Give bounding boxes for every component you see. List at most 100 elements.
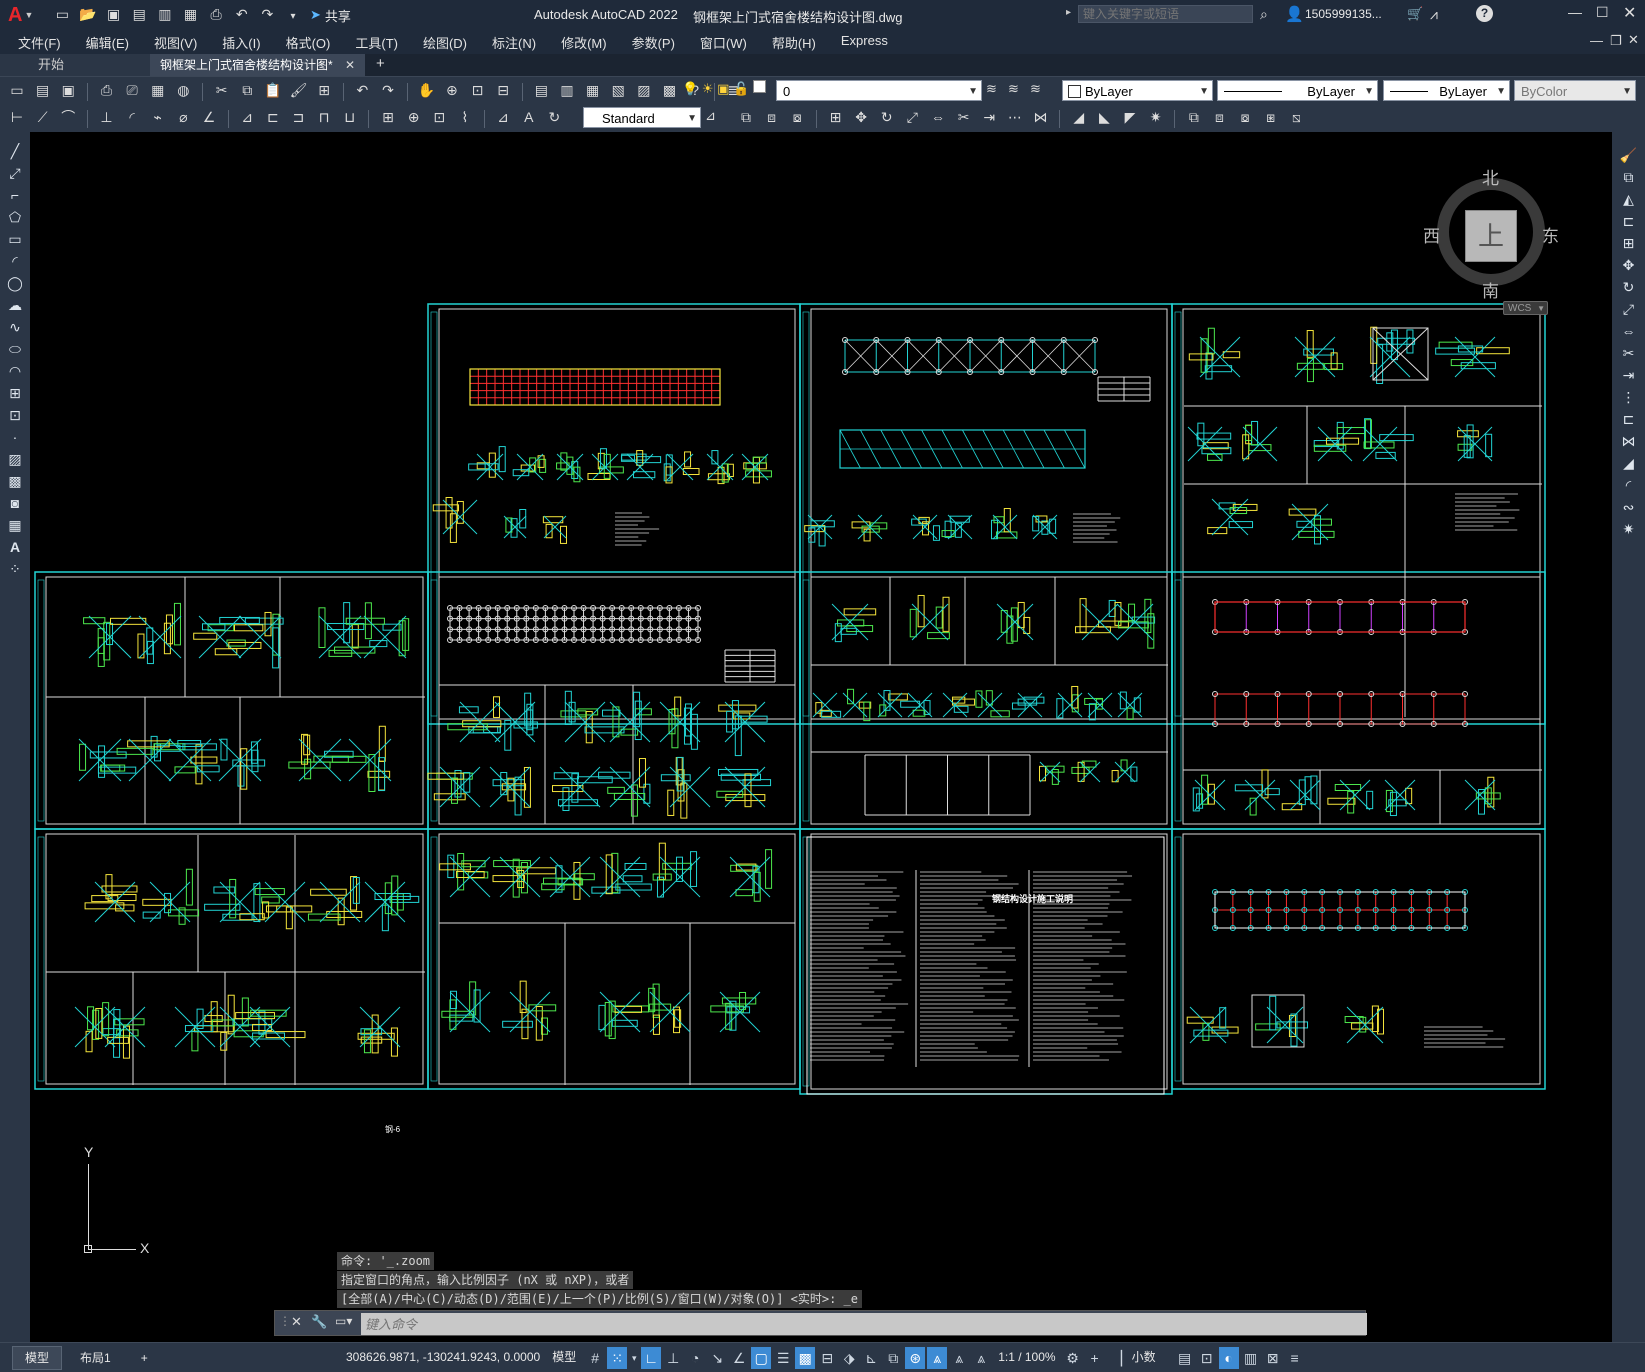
minimize-button[interactable]: — (1568, 4, 1582, 20)
menu-item[interactable]: 标注(N) (492, 33, 536, 52)
object-snap-icon[interactable]: ▢ (751, 1346, 772, 1369)
quickcalc-icon[interactable]: ▩ (660, 80, 680, 100)
autocad-logo[interactable]: A (8, 4, 22, 27)
tool-palettes-icon[interactable]: ▦ (583, 80, 603, 100)
command-close-icon[interactable]: ✕ (291, 1314, 302, 1330)
menu-item[interactable]: 绘图(D) (423, 33, 467, 52)
sun-icon[interactable]: ☀ (702, 81, 714, 96)
extend-icon[interactable]: ⇥ (1612, 364, 1645, 386)
dim-angular-icon[interactable]: ∠ (199, 107, 219, 127)
tolerance-icon[interactable]: ⊞ (378, 107, 398, 127)
cart-icon[interactable]: 🛒 (1407, 6, 1423, 22)
polygon-icon[interactable]: ⬠ (0, 206, 30, 228)
transparency-icon[interactable]: ▩ (795, 1346, 816, 1369)
rotate-icon[interactable]: ↻ (1612, 276, 1645, 298)
table-icon[interactable]: ▦ (0, 514, 30, 536)
textstyle-dropdown[interactable]: Standard ▼ (583, 107, 701, 128)
line-icon[interactable]: ╱ (0, 140, 30, 162)
stretch-icon[interactable]: ⇔ (1612, 320, 1645, 342)
units-value[interactable]: 小数 (1132, 1344, 1156, 1371)
compass-north[interactable]: 北 (1482, 164, 1499, 189)
menu-item[interactable]: 工具(T) (355, 33, 398, 52)
grid-icon[interactable]: # (585, 1347, 605, 1369)
dim-space-icon[interactable]: ⊓ (314, 107, 334, 127)
graphics-performance-icon[interactable]: ▥ (1241, 1347, 1261, 1369)
workspace-gear-icon[interactable]: ⚙ (1063, 1347, 1083, 1369)
scale-icon[interactable]: ⤢ (1612, 298, 1645, 320)
dim-update-icon[interactable]: ↻ (544, 107, 564, 127)
fillet-icon[interactable]: ◣ (1094, 107, 1114, 127)
share-button[interactable]: 共享 (325, 6, 351, 25)
add-layout-button[interactable]: + (129, 1347, 160, 1369)
trim-icon[interactable]: ✂ (1612, 342, 1645, 364)
break-point-icon[interactable]: ⋮ (1612, 386, 1645, 408)
publish-icon[interactable]: ▦ (148, 80, 168, 100)
snap-dropdown-icon[interactable]: ▾ (629, 1347, 639, 1369)
viewcube-face-top[interactable]: 上 (1465, 210, 1517, 262)
menu-item[interactable]: 编辑(E) (86, 33, 129, 52)
wcs-menu[interactable]: WCS ▼ (1503, 301, 1548, 315)
send-back-icon[interactable]: ⧇ (1235, 107, 1255, 127)
3d-osnap-icon[interactable]: ⬗ (839, 1347, 859, 1369)
viewport-freeze-icon[interactable]: ▣ (717, 81, 729, 96)
save-icon[interactable]: ▣ (58, 80, 78, 100)
dim-edit-icon[interactable]: ⊿ (493, 107, 513, 127)
spline-icon[interactable]: ∿ (0, 316, 30, 338)
design-center-icon[interactable]: ▥ (557, 80, 577, 100)
dim-linear-icon[interactable]: ⊢ (7, 107, 27, 127)
copy-object-icon[interactable]: ⧉ (736, 107, 756, 127)
linetype-dropdown[interactable]: ByLayer ▼ (1217, 80, 1378, 101)
dynamic-input-icon[interactable]: ⊥ (663, 1347, 683, 1369)
join-icon[interactable]: ⋈ (1612, 430, 1645, 452)
plot-icon[interactable]: ⎙ (206, 4, 226, 24)
circle-icon[interactable]: ◯ (0, 272, 30, 294)
zoom-realtime-icon[interactable]: ⊕ (442, 80, 462, 100)
tab-close-icon[interactable]: ✕ (345, 54, 355, 76)
menu-item[interactable]: 文件(F) (18, 33, 61, 52)
snap-icon[interactable]: ⁙ (607, 1346, 628, 1369)
arc-icon[interactable]: ◜ (0, 250, 30, 272)
jogged-linear-icon[interactable]: ⌇ (455, 107, 475, 127)
bring-front-icon[interactable]: ⧈ (1210, 107, 1230, 127)
compass-west[interactable]: 西 (1423, 222, 1440, 247)
match-properties-icon[interactable]: 🖌 (289, 80, 309, 100)
app-menu-arrow-icon[interactable]: ▼ (24, 10, 33, 20)
polar-icon[interactable]: ◔ (685, 1347, 705, 1369)
offset-icon[interactable]: ⧇ (787, 107, 807, 127)
cut-icon[interactable]: ✂ (212, 80, 232, 100)
erase-icon[interactable]: 🧹 (1612, 144, 1645, 166)
help-icon[interactable]: ? (1476, 5, 1493, 22)
lineweight-dropdown[interactable]: ByLayer ▼ (1383, 80, 1510, 101)
draw-order-icon[interactable]: ⧉ (1184, 107, 1204, 127)
dim-break-icon[interactable]: ⊔ (340, 107, 360, 127)
trim-icon[interactable]: ✂ (954, 107, 974, 127)
copy-icon[interactable]: ⧉ (1612, 166, 1645, 188)
auto-scale-icon[interactable]: ⩓ (949, 1347, 969, 1369)
scale-icon[interactable]: ⤢ (902, 107, 922, 127)
open-icon[interactable]: ▤ (33, 80, 53, 100)
menu-item[interactable]: 帮助(H) (772, 33, 816, 52)
model-space-canvas[interactable]: 上 北 南 西 东 WCS ▼ 钢结构设计施工说明 钢-6 Y X (30, 132, 1612, 1342)
lock-ui-icon[interactable]: ⊡ (1197, 1347, 1217, 1369)
paste-icon[interactable]: 📋 (263, 80, 283, 100)
new-tab-button[interactable]: + (376, 55, 385, 72)
fillet-icon[interactable]: ◜ (1612, 474, 1645, 496)
revcloud-icon[interactable]: ☁ (0, 294, 30, 316)
blend-icon[interactable]: ∾ (1612, 496, 1645, 518)
sheet-set-icon[interactable]: ▧ (608, 80, 628, 100)
isolate-objects-icon[interactable]: ◐ (1218, 1346, 1239, 1369)
annotation-scale-value[interactable]: 1:1 / 100% (998, 1344, 1055, 1371)
search-input[interactable] (1078, 5, 1253, 23)
viewcube[interactable]: 上 北 南 西 东 (1423, 164, 1559, 301)
copy-icon[interactable]: ⧉ (237, 80, 257, 100)
construction-line-icon[interactable]: ⤢ (0, 162, 30, 184)
tab-drawing[interactable]: 钢框架上门式宿舍楼结构设计图* ✕ (150, 54, 365, 76)
zoom-previous-icon[interactable]: ⊟ (493, 80, 513, 100)
clean-screen-icon[interactable]: ⊠ (1263, 1347, 1283, 1369)
doc-restore-button[interactable]: ❐ (1610, 33, 1622, 49)
bulb-icon[interactable]: 💡 (682, 81, 698, 96)
open-web-icon[interactable]: ▥ (155, 4, 175, 24)
chamfer-icon[interactable]: ◢ (1612, 452, 1645, 474)
explode-icon[interactable]: ✷ (1146, 107, 1166, 127)
move-icon[interactable]: ✥ (1612, 254, 1645, 276)
